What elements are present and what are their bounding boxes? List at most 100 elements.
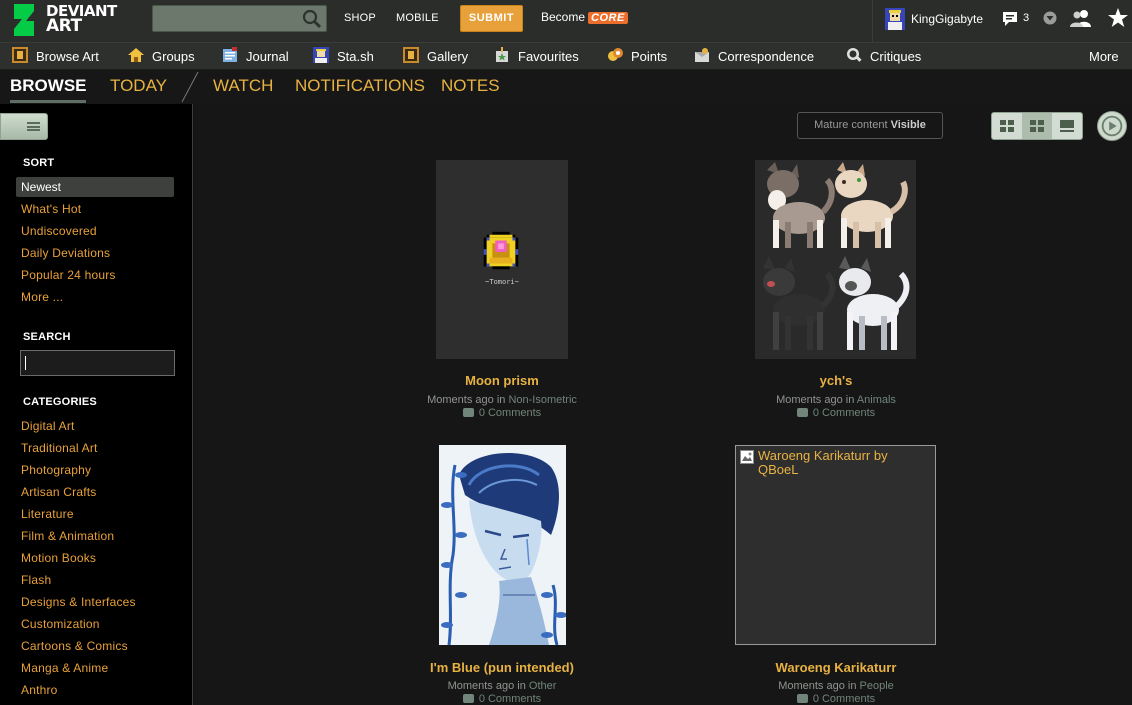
nav-item-critiques[interactable]: Critiques <box>846 47 931 67</box>
nav-item-stash[interactable]: Sta.sh <box>313 47 383 67</box>
mature-content-toggle[interactable]: Mature content Visible <box>797 112 943 139</box>
friends-icon[interactable] <box>1069 9 1093 27</box>
view-large-icon[interactable] <box>1052 113 1082 139</box>
category-manga-anime[interactable]: Manga & Anime <box>21 661 108 675</box>
category-traditional-art[interactable]: Traditional Art <box>21 441 98 455</box>
tab-notes[interactable]: NOTES <box>441 76 500 96</box>
deviantart-logo[interactable]: DEVIANT ART <box>12 2 132 40</box>
sidebar-search-input[interactable] <box>21 351 174 375</box>
message-icon[interactable] <box>1001 10 1019 28</box>
journal-icon <box>223 47 237 62</box>
nav-item-browse-art[interactable]: Browse Art <box>12 47 112 67</box>
deviation-category-link[interactable]: Non-Isometric <box>508 394 576 406</box>
slideshow-play-icon[interactable] <box>1097 111 1127 141</box>
tab-watch[interactable]: WATCH <box>213 76 273 96</box>
deviation-time: Moments ago <box>778 680 845 692</box>
user-area: KingGigabyte 3 <box>872 0 1132 42</box>
menu-icon <box>27 122 40 131</box>
nav-item-groups[interactable]: Groups <box>128 47 208 67</box>
sort-undiscovered[interactable]: Undiscovered <box>21 224 97 238</box>
deviation-in: in <box>845 394 855 406</box>
nav-item-points[interactable]: Points <box>607 47 677 67</box>
deviation-in: in <box>496 394 506 406</box>
sort-heading: SORT <box>23 157 55 169</box>
sort-popular-24-hours[interactable]: Popular 24 hours <box>21 268 116 282</box>
browse-results: Mature content Visible ~Tomori~ Moon pri… <box>194 104 1132 705</box>
main-nav: Browse Art Groups Journal Sta.sh Gallery… <box>0 42 1132 70</box>
tab-browse[interactable]: BROWSE <box>10 76 87 96</box>
deviation-comments[interactable]: 0 Comments <box>352 693 652 705</box>
nav-item-correspondence[interactable]: Correspondence <box>694 47 829 67</box>
text-caret <box>25 356 26 370</box>
mature-label: Mature content <box>814 119 888 131</box>
deviation-category-link[interactable]: Other <box>529 680 557 692</box>
category-literature[interactable]: Literature <box>21 507 74 521</box>
deviation-category-link[interactable]: Animals <box>857 394 896 406</box>
category-designs-interfaces[interactable]: Designs & Interfaces <box>21 595 136 609</box>
category-anthro[interactable]: Anthro <box>21 683 58 697</box>
sort-daily-deviations[interactable]: Daily Deviations <box>21 246 110 260</box>
sidebar-toggle-button[interactable] <box>0 113 48 140</box>
category-customization[interactable]: Customization <box>21 617 100 631</box>
view-mode-switcher <box>991 112 1083 140</box>
deviation-thumbnail-moon-prism[interactable]: ~Tomori~ <box>436 160 568 359</box>
view-medium-grid-icon[interactable] <box>1022 113 1052 139</box>
nav-item-journal[interactable]: Journal <box>222 47 302 67</box>
become-text: Become <box>541 10 586 24</box>
shop-link[interactable]: SHOP <box>344 12 376 24</box>
deviation-comments[interactable]: 0 Comments <box>686 407 986 419</box>
category-flash[interactable]: Flash <box>21 573 51 587</box>
category-cartoons-comics[interactable]: Cartoons & Comics <box>21 639 128 653</box>
star-icon[interactable] <box>1107 7 1129 29</box>
deviation-thumbnail-waroeng-karikaturr[interactable]: Waroeng Karikaturr by QBoeL <box>735 445 936 645</box>
message-count: 3 <box>1023 12 1030 24</box>
browse-tabs: BROWSE TODAY WATCH NOTIFICATIONS NOTES <box>0 70 1132 104</box>
submit-button[interactable]: SUBMIT <box>460 5 523 32</box>
deviation-meta: Moments ago in Other <box>352 680 652 692</box>
deviation-title[interactable]: Waroeng Karikaturr <box>686 660 986 675</box>
deviation-comments[interactable]: 0 Comments <box>352 407 652 419</box>
thumbnail-caption: ~Tomori~ <box>485 278 519 286</box>
chevron-down-icon[interactable] <box>1043 11 1057 25</box>
view-small-grid-icon[interactable] <box>992 113 1022 139</box>
comments-count: 0 Comments <box>478 693 542 705</box>
points-icon <box>608 48 623 61</box>
comments-count: 0 Comments <box>812 407 876 419</box>
logo-text-art: ART <box>46 16 82 36</box>
deviation-title[interactable]: ych's <box>686 373 986 388</box>
broken-image-icon <box>740 450 754 464</box>
sidebar-search <box>20 350 175 376</box>
avatar[interactable] <box>885 8 905 30</box>
header-search-input[interactable] <box>157 9 297 28</box>
become-core-link[interactable]: Become CORE <box>541 10 628 24</box>
username-link[interactable]: KingGigabyte <box>911 12 983 26</box>
search-heading: SEARCH <box>23 331 71 343</box>
category-artisan-crafts[interactable]: Artisan Crafts <box>21 485 97 499</box>
category-motion-books[interactable]: Motion Books <box>21 551 96 565</box>
deviation-thumbnail-im-blue[interactable] <box>439 445 566 645</box>
sort-newest[interactable]: Newest <box>16 177 174 197</box>
deviation-category-link[interactable]: People <box>860 680 894 692</box>
deviation-title[interactable]: Moon prism <box>352 373 652 388</box>
category-digital-art[interactable]: Digital Art <box>21 419 75 433</box>
deviation-meta: Moments ago in Non-Isometric <box>352 394 652 406</box>
stash-icon <box>313 47 329 63</box>
nav-label: Correspondence <box>718 49 815 64</box>
deviation-title[interactable]: I'm Blue (pun intended) <box>352 660 652 675</box>
search-icon[interactable] <box>301 8 323 29</box>
active-tab-indicator <box>10 100 86 103</box>
deviation-meta: Moments ago in People <box>686 680 986 692</box>
moon-prism-pixel-art <box>483 231 519 270</box>
tab-notifications[interactable]: NOTIFICATIONS <box>295 76 425 96</box>
nav-item-favourites[interactable]: Favourites <box>494 47 589 67</box>
mobile-link[interactable]: MOBILE <box>396 12 439 24</box>
tab-today[interactable]: TODAY <box>110 76 167 96</box>
sort-more[interactable]: More ... <box>21 290 63 304</box>
im-blue-artwork <box>439 445 566 645</box>
deviation-thumbnail-ychs[interactable] <box>755 160 916 359</box>
sort-whats-hot[interactable]: What's Hot <box>21 202 81 216</box>
deviation-comments[interactable]: 0 Comments <box>686 693 986 705</box>
nav-item-gallery[interactable]: Gallery <box>403 47 478 67</box>
category-film-animation[interactable]: Film & Animation <box>21 529 114 543</box>
category-photography[interactable]: Photography <box>21 463 91 477</box>
